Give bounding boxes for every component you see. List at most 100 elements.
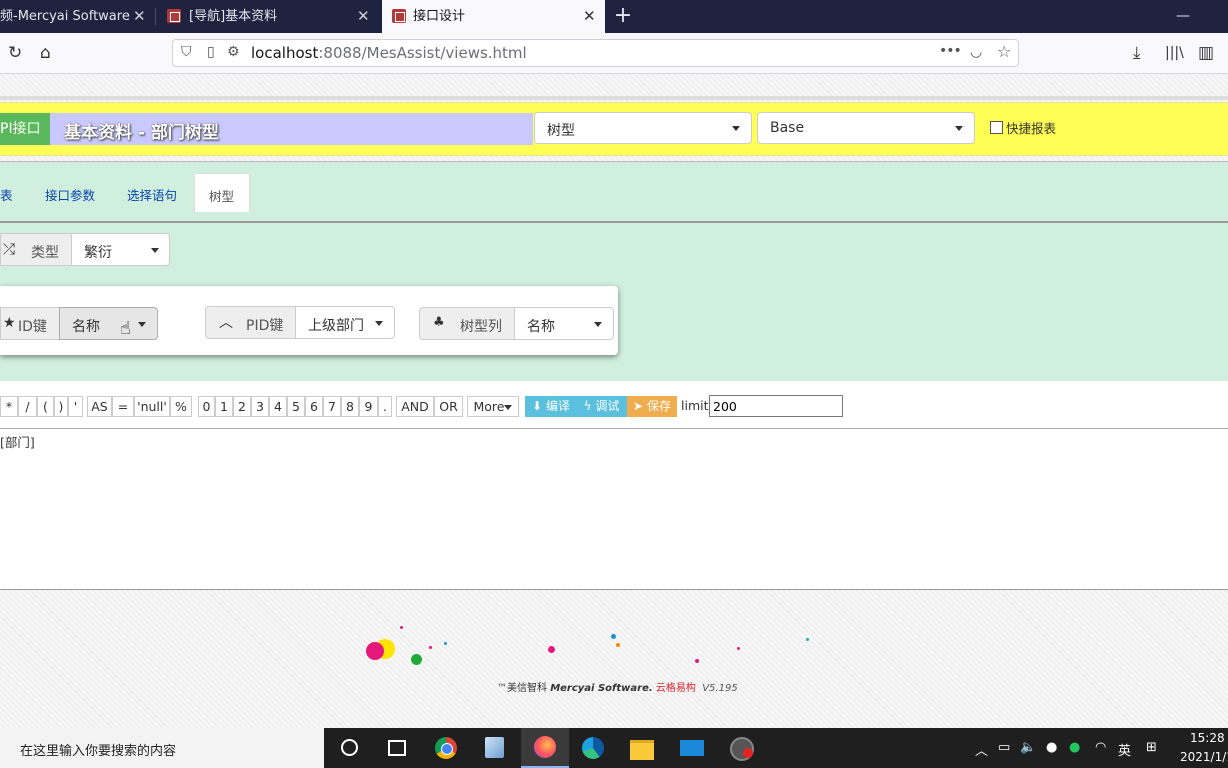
sql-key-button[interactable]: AS: [87, 396, 112, 417]
tree-column-label: 树型列: [460, 319, 502, 335]
file-explorer-icon[interactable]: [620, 728, 664, 768]
database-value: Base: [770, 120, 805, 136]
dot: [616, 643, 620, 647]
tree-icon: ♣: [433, 315, 445, 330]
sql-key-button[interactable]: (: [37, 396, 54, 417]
shield-icon[interactable]: ⛉: [181, 44, 192, 60]
sql-key-button[interactable]: 9: [359, 396, 378, 417]
checkbox-icon[interactable]: [990, 121, 1003, 134]
taskbar-date[interactable]: 2021/1/1: [1180, 750, 1228, 764]
site-favicon-icon: [167, 9, 181, 23]
id-key-label: ID键: [18, 319, 47, 335]
sql-key-button[interactable]: 2: [233, 396, 251, 417]
bookmark-star-icon[interactable]: ☆: [997, 42, 1011, 61]
tab-select-statement[interactable]: 选择语句: [127, 185, 177, 204]
chevron-down-icon: [138, 322, 146, 327]
tab-title: 接口设计: [413, 9, 466, 24]
sql-key-button[interactable]: 5: [287, 396, 305, 417]
cortana-icon[interactable]: [326, 728, 370, 768]
close-icon[interactable]: ✕: [357, 0, 370, 33]
compile-button[interactable]: ⬇ 编译: [525, 396, 577, 417]
browser-tab-nav[interactable]: [导航]基本资料 ✕: [157, 0, 381, 33]
pid-key-select[interactable]: 上级部门: [295, 306, 395, 339]
id-key-select[interactable]: 名称: [59, 307, 158, 340]
url-path: :8088/MesAssist/views.html: [318, 44, 527, 62]
tab-tree-label: 树型: [209, 189, 235, 204]
debug-button[interactable]: ϟ 调试: [576, 396, 627, 417]
qq-icon[interactable]: ●: [1046, 740, 1057, 755]
browser-tab-mercyai[interactable]: 频-Mercyai Software ✕: [0, 0, 155, 33]
tab-table[interactable]: 表: [0, 185, 13, 204]
sql-key-button[interactable]: =: [112, 396, 134, 417]
ime-mode-icon[interactable]: ⊞: [1146, 740, 1157, 755]
dot: [611, 634, 616, 639]
debug-label: 调试: [595, 399, 620, 413]
database-select[interactable]: Base: [757, 112, 975, 144]
pocket-icon[interactable]: ◡: [970, 44, 982, 60]
app-cube-icon[interactable]: [473, 728, 517, 768]
limit-input[interactable]: [709, 395, 843, 417]
chevron-down-icon: [732, 126, 740, 131]
type-select[interactable]: 繁衍: [71, 233, 170, 266]
api-type-select[interactable]: 树型: [534, 112, 752, 144]
permissions-icon[interactable]: ⚙: [227, 44, 240, 60]
more-button[interactable]: More: [467, 396, 519, 417]
chrome-icon[interactable]: [424, 728, 468, 768]
volume-icon[interactable]: 🔈: [1020, 740, 1036, 755]
close-icon[interactable]: ✕: [133, 0, 146, 33]
page-icon[interactable]: ▯: [207, 44, 215, 60]
downloads-icon[interactable]: ⤓: [1133, 33, 1141, 73]
sql-key-button[interactable]: ): [54, 396, 68, 417]
battery-icon[interactable]: ▭: [998, 740, 1010, 755]
browser-tab-interface-design[interactable]: 接口设计 ✕: [382, 0, 605, 33]
sql-key-button[interactable]: *: [0, 396, 18, 417]
sql-key-button[interactable]: OR: [434, 396, 463, 417]
sql-key-button[interactable]: ': [68, 396, 83, 417]
url-bar[interactable]: ⛉ ▯ ⚙ localhost:8088/MesAssist/views.htm…: [172, 39, 1019, 67]
sql-key-button[interactable]: /: [18, 396, 37, 417]
ime-indicator[interactable]: 英: [1118, 740, 1131, 759]
sql-key-button[interactable]: %: [170, 396, 192, 417]
sql-key-button[interactable]: 'null': [134, 396, 170, 417]
sql-text[interactable]: [部门]: [0, 432, 35, 451]
reload-icon[interactable]: ↻: [8, 33, 22, 73]
recorder-icon[interactable]: [719, 728, 763, 768]
sql-key-button[interactable]: .: [378, 396, 392, 417]
wechat-icon[interactable]: ●: [1069, 740, 1080, 755]
taskbar-time[interactable]: 15:28: [1190, 731, 1225, 745]
tree-column-select[interactable]: 名称: [514, 307, 614, 340]
sql-key-button[interactable]: 8: [341, 396, 359, 417]
sql-key-button[interactable]: 7: [323, 396, 341, 417]
minimize-window-icon[interactable]: —: [1176, 0, 1190, 33]
chevron-up-icon[interactable]: ︿: [975, 740, 988, 759]
sql-key-button[interactable]: 3: [251, 396, 269, 417]
save-label: 保存: [646, 399, 671, 413]
save-button[interactable]: ➤ 保存: [627, 396, 677, 417]
sql-key-button[interactable]: 1: [215, 396, 233, 417]
wifi-icon[interactable]: ◠: [1095, 740, 1106, 755]
edge-icon[interactable]: [571, 728, 615, 768]
sidebar-icon[interactable]: ▥: [1198, 33, 1214, 73]
footer-version: V5.195: [702, 683, 738, 694]
limit-label: limit:: [681, 398, 713, 413]
toolbar-divider: [0, 428, 1228, 429]
library-icon[interactable]: |||\: [1165, 33, 1184, 73]
page-actions-icon[interactable]: •••: [939, 43, 962, 59]
task-view-icon[interactable]: [374, 728, 418, 768]
close-icon[interactable]: ✕: [583, 0, 596, 33]
mail-icon[interactable]: [670, 728, 714, 768]
home-icon[interactable]: ⌂: [40, 33, 51, 73]
sql-key-button[interactable]: 0: [198, 396, 215, 417]
type-label: 类型: [31, 245, 59, 261]
taskbar-search-box[interactable]: 在这里输入你要搜索的内容: [0, 728, 324, 768]
quick-report-checkbox[interactable]: 快捷报表: [990, 118, 1056, 137]
sql-key-button[interactable]: 6: [305, 396, 323, 417]
tree-column-addon: ♣ 树型列: [419, 307, 515, 340]
firefox-icon[interactable]: [521, 728, 569, 768]
tab-tree[interactable]: 树型: [194, 173, 250, 212]
tab-interface-params[interactable]: 接口参数: [45, 185, 95, 204]
new-tab-button[interactable]: +: [612, 0, 634, 33]
api-badge: PI接口: [0, 113, 50, 145]
sql-key-button[interactable]: AND: [396, 396, 434, 417]
sql-key-button[interactable]: 4: [269, 396, 287, 417]
